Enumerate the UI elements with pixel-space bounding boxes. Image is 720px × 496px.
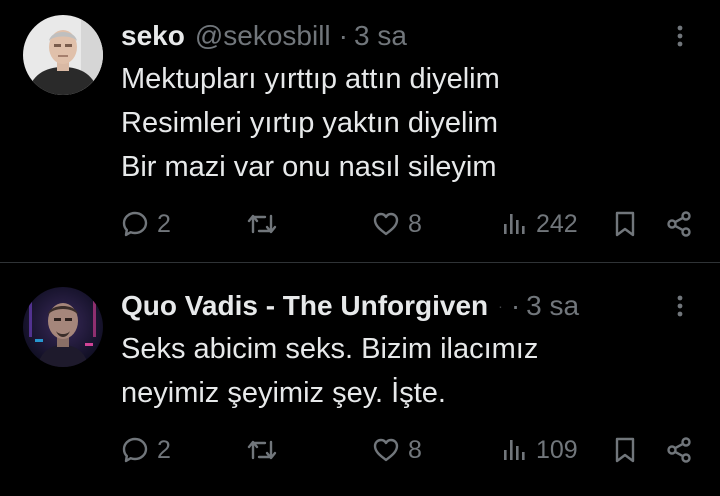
handle[interactable]: @sekosbill — [195, 20, 331, 52]
avatar[interactable] — [23, 15, 103, 95]
more-vertical-icon[interactable] — [668, 16, 692, 56]
bookmark-icon — [615, 211, 635, 237]
heart-icon — [373, 438, 399, 462]
bookmark-icon — [615, 437, 635, 463]
bookmark-button[interactable] — [611, 204, 639, 244]
share-button[interactable] — [665, 204, 693, 244]
share-icon — [667, 211, 691, 237]
reply-button[interactable]: 2 — [121, 430, 171, 470]
tweet-text-line: Seks abicim seks. Bizim ilacımız — [121, 333, 539, 365]
reply-count: 2 — [157, 209, 171, 238]
more-vertical-icon[interactable] — [668, 286, 692, 326]
share-icon — [667, 437, 691, 463]
separator-dot: · — [510, 290, 521, 321]
views-icon — [504, 440, 525, 460]
avatar[interactable] — [23, 287, 103, 367]
view-count: 109 — [536, 435, 578, 464]
tweet[interactable]: Quo Vadis - The Unforgiven · · 3 sa Seks… — [0, 263, 720, 496]
tweet-text: Seks abicim seks. Bizim ilacımız neyimiz… — [121, 327, 681, 415]
action-bar: 2 8 109 — [0, 430, 720, 470]
bookmark-button[interactable] — [611, 430, 639, 470]
action-bar: 2 8 242 — [0, 204, 720, 244]
views-button[interactable]: 109 — [500, 430, 578, 470]
reply-icon — [122, 211, 148, 237]
like-count: 8 — [408, 209, 422, 238]
display-name[interactable]: Quo Vadis - The Unforgiven — [121, 290, 488, 322]
display-name[interactable]: seko — [121, 20, 185, 52]
tweet-text-line: Resimleri yırtıp yaktın diyelim — [121, 107, 499, 139]
tweet-header: Quo Vadis - The Unforgiven · · 3 sa — [121, 286, 579, 326]
views-button[interactable]: 242 — [500, 204, 578, 244]
reply-count: 2 — [157, 435, 171, 464]
tweet-header: seko @sekosbill · 3 sa — [121, 16, 407, 56]
reply-icon — [122, 437, 148, 463]
timestamp[interactable]: 3 sa — [354, 20, 407, 52]
views-icon — [504, 214, 525, 234]
tweet-text-line: Bir mazi var onu nasıl sileyim — [121, 151, 497, 183]
retweet-button[interactable] — [247, 204, 277, 244]
tweet-text-line: neyimiz şeyimiz şey. İşte. — [121, 377, 446, 409]
like-button[interactable]: 8 — [372, 430, 422, 470]
separator-dot: · — [338, 20, 348, 51]
share-button[interactable] — [665, 430, 693, 470]
tweet-text-line: Mektupları yırttıp attın diyelim — [121, 63, 500, 95]
like-button[interactable]: 8 — [372, 204, 422, 244]
separator-dot: · — [498, 298, 503, 314]
tweet[interactable]: seko @sekosbill · 3 sa Mektupları yırttı… — [0, 0, 720, 262]
retweet-button[interactable] — [247, 430, 277, 470]
retweet-icon — [247, 440, 277, 460]
timestamp[interactable]: 3 sa — [526, 290, 579, 322]
retweet-icon — [247, 214, 277, 234]
tweet-text: Mektupları yırttıp attın diyelim Resimle… — [121, 57, 681, 189]
view-count: 242 — [536, 209, 578, 238]
reply-button[interactable]: 2 — [121, 204, 171, 244]
heart-icon — [373, 212, 399, 236]
like-count: 8 — [408, 435, 422, 464]
